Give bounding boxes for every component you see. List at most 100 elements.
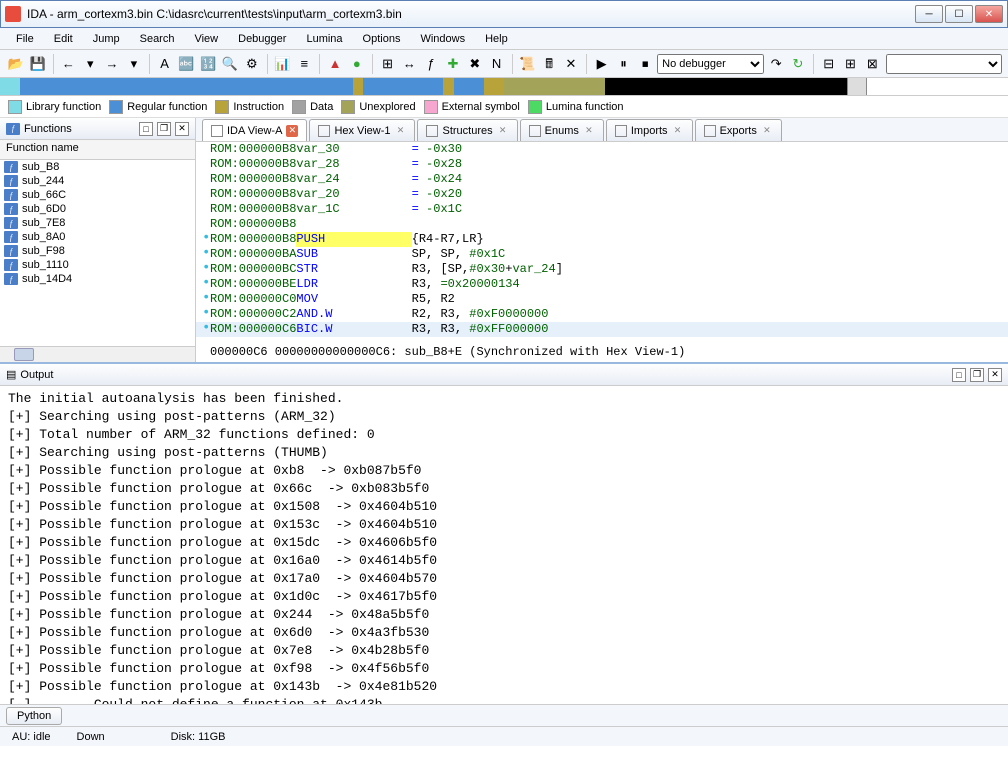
function-row[interactable]: fsub_7E8: [0, 216, 195, 230]
tb-btn-20[interactable]: ⊞: [841, 53, 861, 75]
menu-help[interactable]: Help: [477, 31, 516, 47]
db-icon: ⊟: [823, 57, 834, 70]
arrow-right-icon: →: [106, 57, 119, 70]
disasm-var-line[interactable]: ROM:000000B8 var_28 = -0x28: [196, 157, 1008, 172]
tab-exports[interactable]: Exports✕: [695, 119, 782, 141]
tb-btn-10[interactable]: ƒ: [421, 53, 441, 75]
disasm-var-line[interactable]: ROM:000000B8 var_24 = -0x24: [196, 172, 1008, 187]
tab-label: IDA View-A: [227, 125, 282, 137]
menu-search[interactable]: Search: [132, 31, 183, 47]
functions-list[interactable]: fsub_B8fsub_244fsub_66Cfsub_6D0fsub_7E8f…: [0, 160, 195, 346]
functions-column-header[interactable]: Function name: [0, 140, 195, 160]
open-button[interactable]: 📂: [6, 53, 26, 75]
fwd-button[interactable]: →: [102, 53, 122, 75]
tb-btn-13[interactable]: N: [487, 53, 507, 75]
back-button[interactable]: ←: [59, 53, 79, 75]
pane-restore-button[interactable]: □: [139, 122, 153, 136]
tb-btn-1[interactable]: A: [155, 53, 175, 75]
disasm-blank-line[interactable]: ROM:000000B8: [196, 217, 1008, 232]
tb-btn-21[interactable]: ⊠: [862, 53, 882, 75]
tab-structures[interactable]: Structures✕: [417, 119, 517, 141]
tb-btn-11[interactable]: ✚: [443, 53, 463, 75]
function-row[interactable]: fsub_66C: [0, 188, 195, 202]
disasm-var-line[interactable]: ROM:000000B8 var_20 = -0x20: [196, 187, 1008, 202]
tab-hex-view-1[interactable]: Hex View-1✕: [309, 119, 415, 141]
fwd-dd[interactable]: ▾: [124, 53, 144, 75]
output-text[interactable]: The initial autoanalysis has been finish…: [0, 386, 1008, 704]
function-row[interactable]: fsub_B8: [0, 160, 195, 174]
function-row[interactable]: fsub_1110: [0, 258, 195, 272]
tb-btn-16[interactable]: ✕: [561, 53, 581, 75]
minimize-button[interactable]: ─: [915, 5, 943, 23]
tb-btn-15[interactable]: 🖩: [539, 53, 559, 75]
disasm-code-line[interactable]: •ROM:000000C2 AND.W R2, R3, #0xF0000000: [196, 307, 1008, 322]
menu-edit[interactable]: Edit: [46, 31, 81, 47]
function-row[interactable]: fsub_244: [0, 174, 195, 188]
tab-python[interactable]: Python: [6, 707, 62, 725]
save-button[interactable]: 💾: [28, 53, 48, 75]
disassembly-view[interactable]: ROM:000000B8 var_30 = -0x30 ROM:000000B8…: [196, 142, 1008, 362]
tab-ida-view-a[interactable]: IDA View-A ✕: [202, 119, 307, 141]
run-analysis-button[interactable]: ●: [347, 53, 367, 75]
functions-hscrollbar[interactable]: [0, 346, 195, 362]
function-row[interactable]: fsub_F98: [0, 244, 195, 258]
disasm-code-line[interactable]: •ROM:000000C0 MOV R5, R2: [196, 292, 1008, 307]
tb-btn-5[interactable]: ⚙: [242, 53, 262, 75]
menu-options[interactable]: Options: [355, 31, 409, 47]
tab-close-button[interactable]: ✕: [761, 125, 773, 137]
pane-close-button[interactable]: ✕: [175, 122, 189, 136]
close-button[interactable]: ✕: [975, 5, 1003, 23]
output-close-button[interactable]: ✕: [988, 368, 1002, 382]
disasm-code-line[interactable]: •ROM:000000BE LDR R3, =0x20000134: [196, 277, 1008, 292]
tb-btn-8[interactable]: ⊞: [378, 53, 398, 75]
tab-close-button[interactable]: ✕: [286, 125, 298, 137]
function-row[interactable]: fsub_6D0: [0, 202, 195, 216]
tb-btn-2[interactable]: 🔤: [176, 53, 196, 75]
navigation-bar[interactable]: [0, 78, 1008, 96]
stop-button[interactable]: ⏹: [635, 53, 655, 75]
pane-detach-button[interactable]: ❐: [157, 122, 171, 136]
menu-file[interactable]: File: [8, 31, 42, 47]
disasm-code-line[interactable]: •ROM:000000BC STR R3, [SP,#0x30+var_24]: [196, 262, 1008, 277]
tab-close-button[interactable]: ✕: [394, 125, 406, 137]
tb-btn-12[interactable]: ✖: [465, 53, 485, 75]
tb-btn-17[interactable]: ↷: [766, 53, 786, 75]
disasm-code-line[interactable]: •ROM:000000C6 BIC.W R3, R3, #0xFF000000: [196, 322, 1008, 337]
function-name: sub_1110: [22, 259, 69, 271]
menu-windows[interactable]: Windows: [412, 31, 473, 47]
output-detach-button[interactable]: ❐: [970, 368, 984, 382]
pause-button[interactable]: ⏸: [614, 53, 634, 75]
menu-lumina[interactable]: Lumina: [298, 31, 350, 47]
tb-btn-9[interactable]: ↔: [399, 53, 419, 75]
tb-btn-6[interactable]: 📊: [273, 53, 293, 75]
menu-jump[interactable]: Jump: [85, 31, 128, 47]
run-button[interactable]: ▶: [592, 53, 612, 75]
tb-btn-18[interactable]: ↻: [788, 53, 808, 75]
tb-btn-3[interactable]: 🔢: [198, 53, 218, 75]
output-restore-button[interactable]: □: [952, 368, 966, 382]
right-select[interactable]: [886, 54, 1002, 74]
menu-debugger[interactable]: Debugger: [230, 31, 294, 47]
back-dd[interactable]: ▾: [80, 53, 100, 75]
disasm-var-line[interactable]: ROM:000000B8 var_1C = -0x1C: [196, 202, 1008, 217]
tab-close-button[interactable]: ✕: [497, 125, 509, 137]
tab-enums[interactable]: Enums✕: [520, 119, 604, 141]
disasm-var-line[interactable]: ROM:000000B8 var_30 = -0x30: [196, 142, 1008, 157]
stop-analysis-button[interactable]: ▲: [325, 53, 345, 75]
tb-btn-7[interactable]: ≡: [294, 53, 314, 75]
tab-close-button[interactable]: ✕: [583, 125, 595, 137]
function-row[interactable]: fsub_8A0: [0, 230, 195, 244]
debugger-select[interactable]: No debugger: [657, 54, 764, 74]
tb-btn-19[interactable]: ⊟: [819, 53, 839, 75]
tab-imports[interactable]: Imports✕: [606, 119, 693, 141]
function-icon: f: [4, 161, 18, 173]
function-row[interactable]: fsub_14D4: [0, 272, 195, 286]
disasm-code-line[interactable]: •ROM:000000B8 PUSH {R4-R7,LR}: [196, 232, 1008, 247]
tb-btn-14[interactable]: 📜: [517, 53, 537, 75]
maximize-button[interactable]: ☐: [945, 5, 973, 23]
toolbar: 📂 💾 ← ▾ → ▾ A 🔤 🔢 🔍 ⚙ 📊 ≡ ▲ ● ⊞ ↔ ƒ ✚ ✖ …: [0, 50, 1008, 78]
disasm-code-line[interactable]: •ROM:000000BA SUB SP, SP, #0x1C: [196, 247, 1008, 262]
tab-close-button[interactable]: ✕: [672, 125, 684, 137]
tb-btn-4[interactable]: 🔍: [220, 53, 240, 75]
menu-view[interactable]: View: [186, 31, 226, 47]
